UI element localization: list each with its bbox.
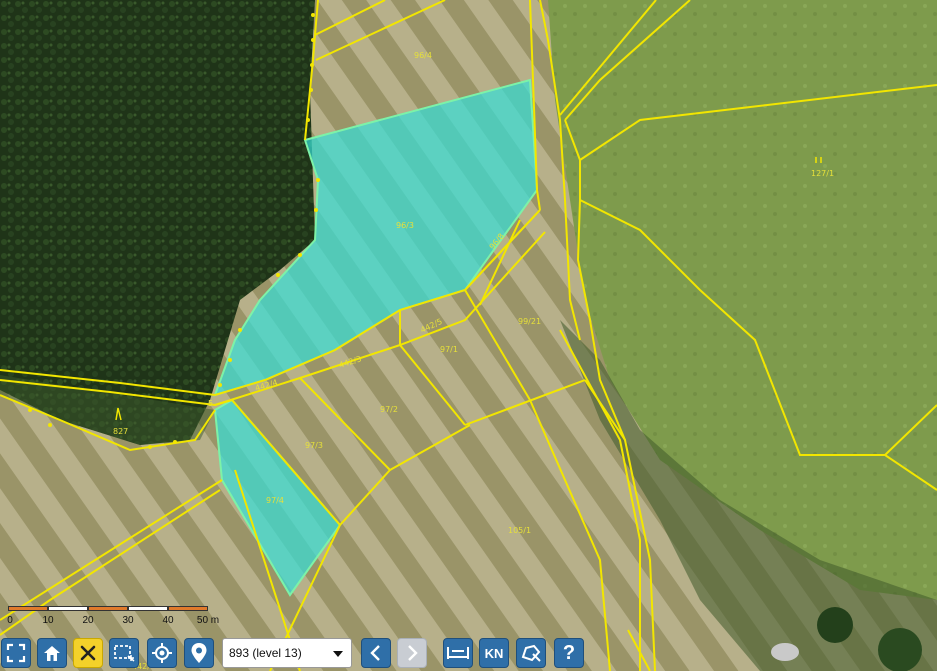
scale-segment <box>128 606 168 611</box>
next-button[interactable] <box>397 638 427 668</box>
scale-tick-label: 50 m <box>196 615 220 626</box>
locate-button[interactable] <box>147 638 177 668</box>
draw-shape-button[interactable] <box>516 638 546 668</box>
cadastral-map[interactable]: 96/4 96/3 96/8 99/21 442/5 97/1 442/3 44… <box>0 0 937 671</box>
parcel-label: 127/1 <box>811 169 834 178</box>
scale-tick-label: 20 <box>82 615 94 626</box>
parcel-label: 97/1 <box>440 345 458 354</box>
measure-button[interactable] <box>443 638 473 668</box>
place-marker-button[interactable] <box>184 638 214 668</box>
parcel-label: 96/3 <box>396 221 414 230</box>
chevron-left-icon <box>370 645 380 661</box>
parcel-label: 5 <box>208 399 213 408</box>
level-select-value: 893 (level 13) <box>229 646 302 660</box>
scale-tick-label: 0 <box>7 615 13 626</box>
parcel-label: 97/3 <box>305 441 323 450</box>
home-icon <box>44 646 60 661</box>
previous-button[interactable] <box>361 638 391 668</box>
measure-icon <box>447 647 469 659</box>
cadastre-kn-button[interactable]: KN <box>479 638 509 668</box>
draw-shape-icon <box>521 644 541 662</box>
chevron-down-icon <box>333 651 343 657</box>
parcel-label: 96/4 <box>414 51 432 60</box>
parcel-label: 97/2 <box>380 405 398 414</box>
level-select[interactable]: 893 (level 13) <box>222 638 352 668</box>
close-icon <box>80 645 96 661</box>
scale-bar: 0 10 20 30 40 50 m <box>7 606 220 634</box>
scale-tick-label: 40 <box>162 615 174 626</box>
home-button[interactable] <box>37 638 67 668</box>
help-label: ? <box>562 641 576 664</box>
scale-segment <box>168 606 208 611</box>
scale-segment <box>48 606 88 611</box>
select-rectangle-icon <box>114 645 135 662</box>
scale-segment <box>88 606 128 611</box>
crosshair-icon <box>152 643 172 663</box>
fullscreen-button[interactable] <box>1 638 31 668</box>
parcel-label: 105/1 <box>508 526 531 535</box>
help-button[interactable]: ? <box>554 638 584 668</box>
clear-selection-button[interactable] <box>73 638 103 668</box>
scale-tick-label: 30 <box>122 615 134 626</box>
parcel-label: 97/4 <box>266 496 284 505</box>
select-area-button[interactable] <box>109 638 139 668</box>
parcel-label: 827 <box>113 427 128 436</box>
map-pin-icon <box>191 643 207 663</box>
scale-segment <box>8 606 48 611</box>
chevron-right-icon <box>408 645 418 661</box>
scale-tick-label: 10 <box>42 615 54 626</box>
fullscreen-icon <box>6 643 26 663</box>
map-toolbar: 893 (level 13) KN ? <box>0 636 937 670</box>
kn-label: KN <box>484 645 504 661</box>
parcel-label: 99/21 <box>518 317 541 326</box>
